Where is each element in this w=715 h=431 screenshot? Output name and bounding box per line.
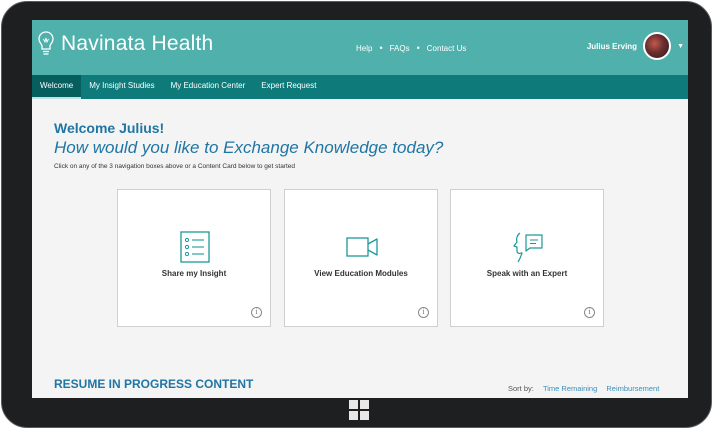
app-screen: Navinata Health Help • FAQs • Contact Us…: [32, 20, 688, 398]
checklist-icon: [180, 231, 210, 263]
faqs-link[interactable]: FAQs: [390, 44, 410, 53]
windows-logo-icon[interactable]: [349, 400, 369, 420]
page-headline: How would you like to Exchange Knowledge…: [54, 138, 444, 157]
main-nav: Welcome My Insight Studies My Education …: [32, 75, 688, 99]
resume-section-title: RESUME IN PROGRESS CONTENT: [54, 377, 254, 391]
brand-name: Navinata Health: [61, 32, 213, 56]
nav-item-education-center[interactable]: My Education Center: [163, 75, 254, 99]
video-camera-icon: [346, 237, 378, 257]
sort-reimbursement[interactable]: Reimbursement: [606, 384, 659, 393]
sort-label: Sort by:: [508, 384, 534, 393]
link-separator: •: [379, 43, 383, 53]
nav-item-welcome[interactable]: Welcome: [32, 75, 82, 99]
info-icon[interactable]: i: [418, 307, 429, 318]
tablet-frame: Navinata Health Help • FAQs • Contact Us…: [1, 1, 712, 428]
sort-controls: Sort by: Time Remaining Reimbursement: [508, 384, 659, 393]
brand-name-part1: Navinata: [61, 32, 146, 55]
contact-us-link[interactable]: Contact Us: [427, 44, 467, 53]
card-education-modules[interactable]: View Education Modules i: [284, 189, 438, 327]
info-icon[interactable]: i: [584, 307, 595, 318]
welcome-heading: Welcome Julius!: [54, 120, 165, 136]
card-label: View Education Modules: [314, 269, 408, 278]
user-name: Julius Erving: [586, 41, 638, 51]
card-label: Speak with an Expert: [486, 269, 568, 278]
avatar[interactable]: [643, 32, 672, 60]
instruction-text: Click on any of the 3 navigation boxes a…: [54, 163, 296, 170]
card-label: Share my Insight: [161, 269, 227, 278]
card-share-insight[interactable]: Share my Insight i: [117, 189, 271, 327]
nav-item-expert-request[interactable]: Expert Request: [253, 75, 324, 99]
info-icon[interactable]: i: [251, 307, 262, 318]
brand-name-part2: Health: [151, 32, 214, 55]
top-links: Help • FAQs • Contact Us: [356, 43, 466, 53]
nav-item-insight-studies[interactable]: My Insight Studies: [81, 75, 162, 99]
sort-time-remaining[interactable]: Time Remaining: [543, 384, 597, 393]
link-separator: •: [416, 43, 420, 53]
card-speak-expert[interactable]: Speak with an Expert i: [450, 189, 604, 327]
header-bar: Navinata Health Help • FAQs • Contact Us…: [32, 20, 688, 75]
lightbulb-icon: [38, 31, 54, 55]
user-menu[interactable]: Julius Erving ▼: [587, 32, 688, 60]
logo[interactable]: Navinata Health: [37, 30, 213, 58]
help-link[interactable]: Help: [356, 44, 372, 53]
chevron-down-icon[interactable]: ▼: [677, 43, 684, 50]
speak-expert-icon: [513, 232, 543, 263]
